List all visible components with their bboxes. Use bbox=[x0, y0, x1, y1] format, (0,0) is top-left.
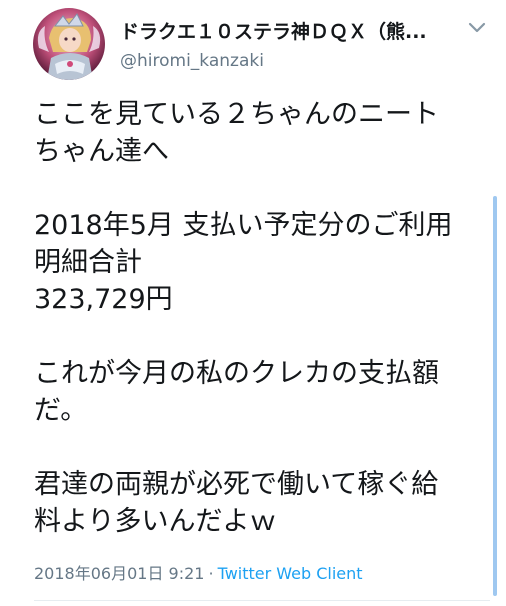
tweet-text: ここを見ている２ちゃんのニート ちゃん達へ 2018年5月 支払い予定分のご利用… bbox=[34, 96, 489, 540]
separator-dot: · bbox=[208, 564, 214, 583]
username[interactable]: @hiromi_kanzaki bbox=[120, 51, 264, 71]
tweet-paragraph: ここを見ている２ちゃんのニート ちゃん達へ bbox=[34, 99, 439, 167]
scrollbar[interactable] bbox=[493, 196, 497, 596]
tweet-footer: 2018年06月01日 9:21 · Twitter Web Client bbox=[34, 560, 363, 584]
tweet-timestamp[interactable]: 2018年06月01日 9:21 bbox=[34, 564, 204, 583]
display-name[interactable]: ドラクエ１０ステラ神ＤＱＸ（熊... bbox=[120, 17, 450, 44]
tweet-header: ドラクエ１０ステラ神ＤＱＸ（熊... @hiromi_kanzaki bbox=[0, 0, 506, 90]
avatar-icon bbox=[33, 8, 105, 80]
tweet-client-link[interactable]: Twitter Web Client bbox=[218, 564, 363, 583]
tweet-paragraph: 君達の両親が必死で働いて稼ぐ給 料より多いんだよｗ bbox=[34, 469, 439, 537]
avatar[interactable] bbox=[33, 8, 105, 80]
tweet-card: ドラクエ１０ステラ神ＤＱＸ（熊... @hiromi_kanzaki ここを見て… bbox=[0, 0, 506, 606]
tweet-paragraph: 2018年5月 支払い予定分のご利用 明細合計 323,729円 bbox=[34, 210, 453, 315]
divider bbox=[34, 600, 490, 601]
chevron-down-icon[interactable] bbox=[466, 20, 488, 36]
tweet-paragraph: これが今月の私のクレカの支払額 だ。 bbox=[34, 358, 439, 426]
